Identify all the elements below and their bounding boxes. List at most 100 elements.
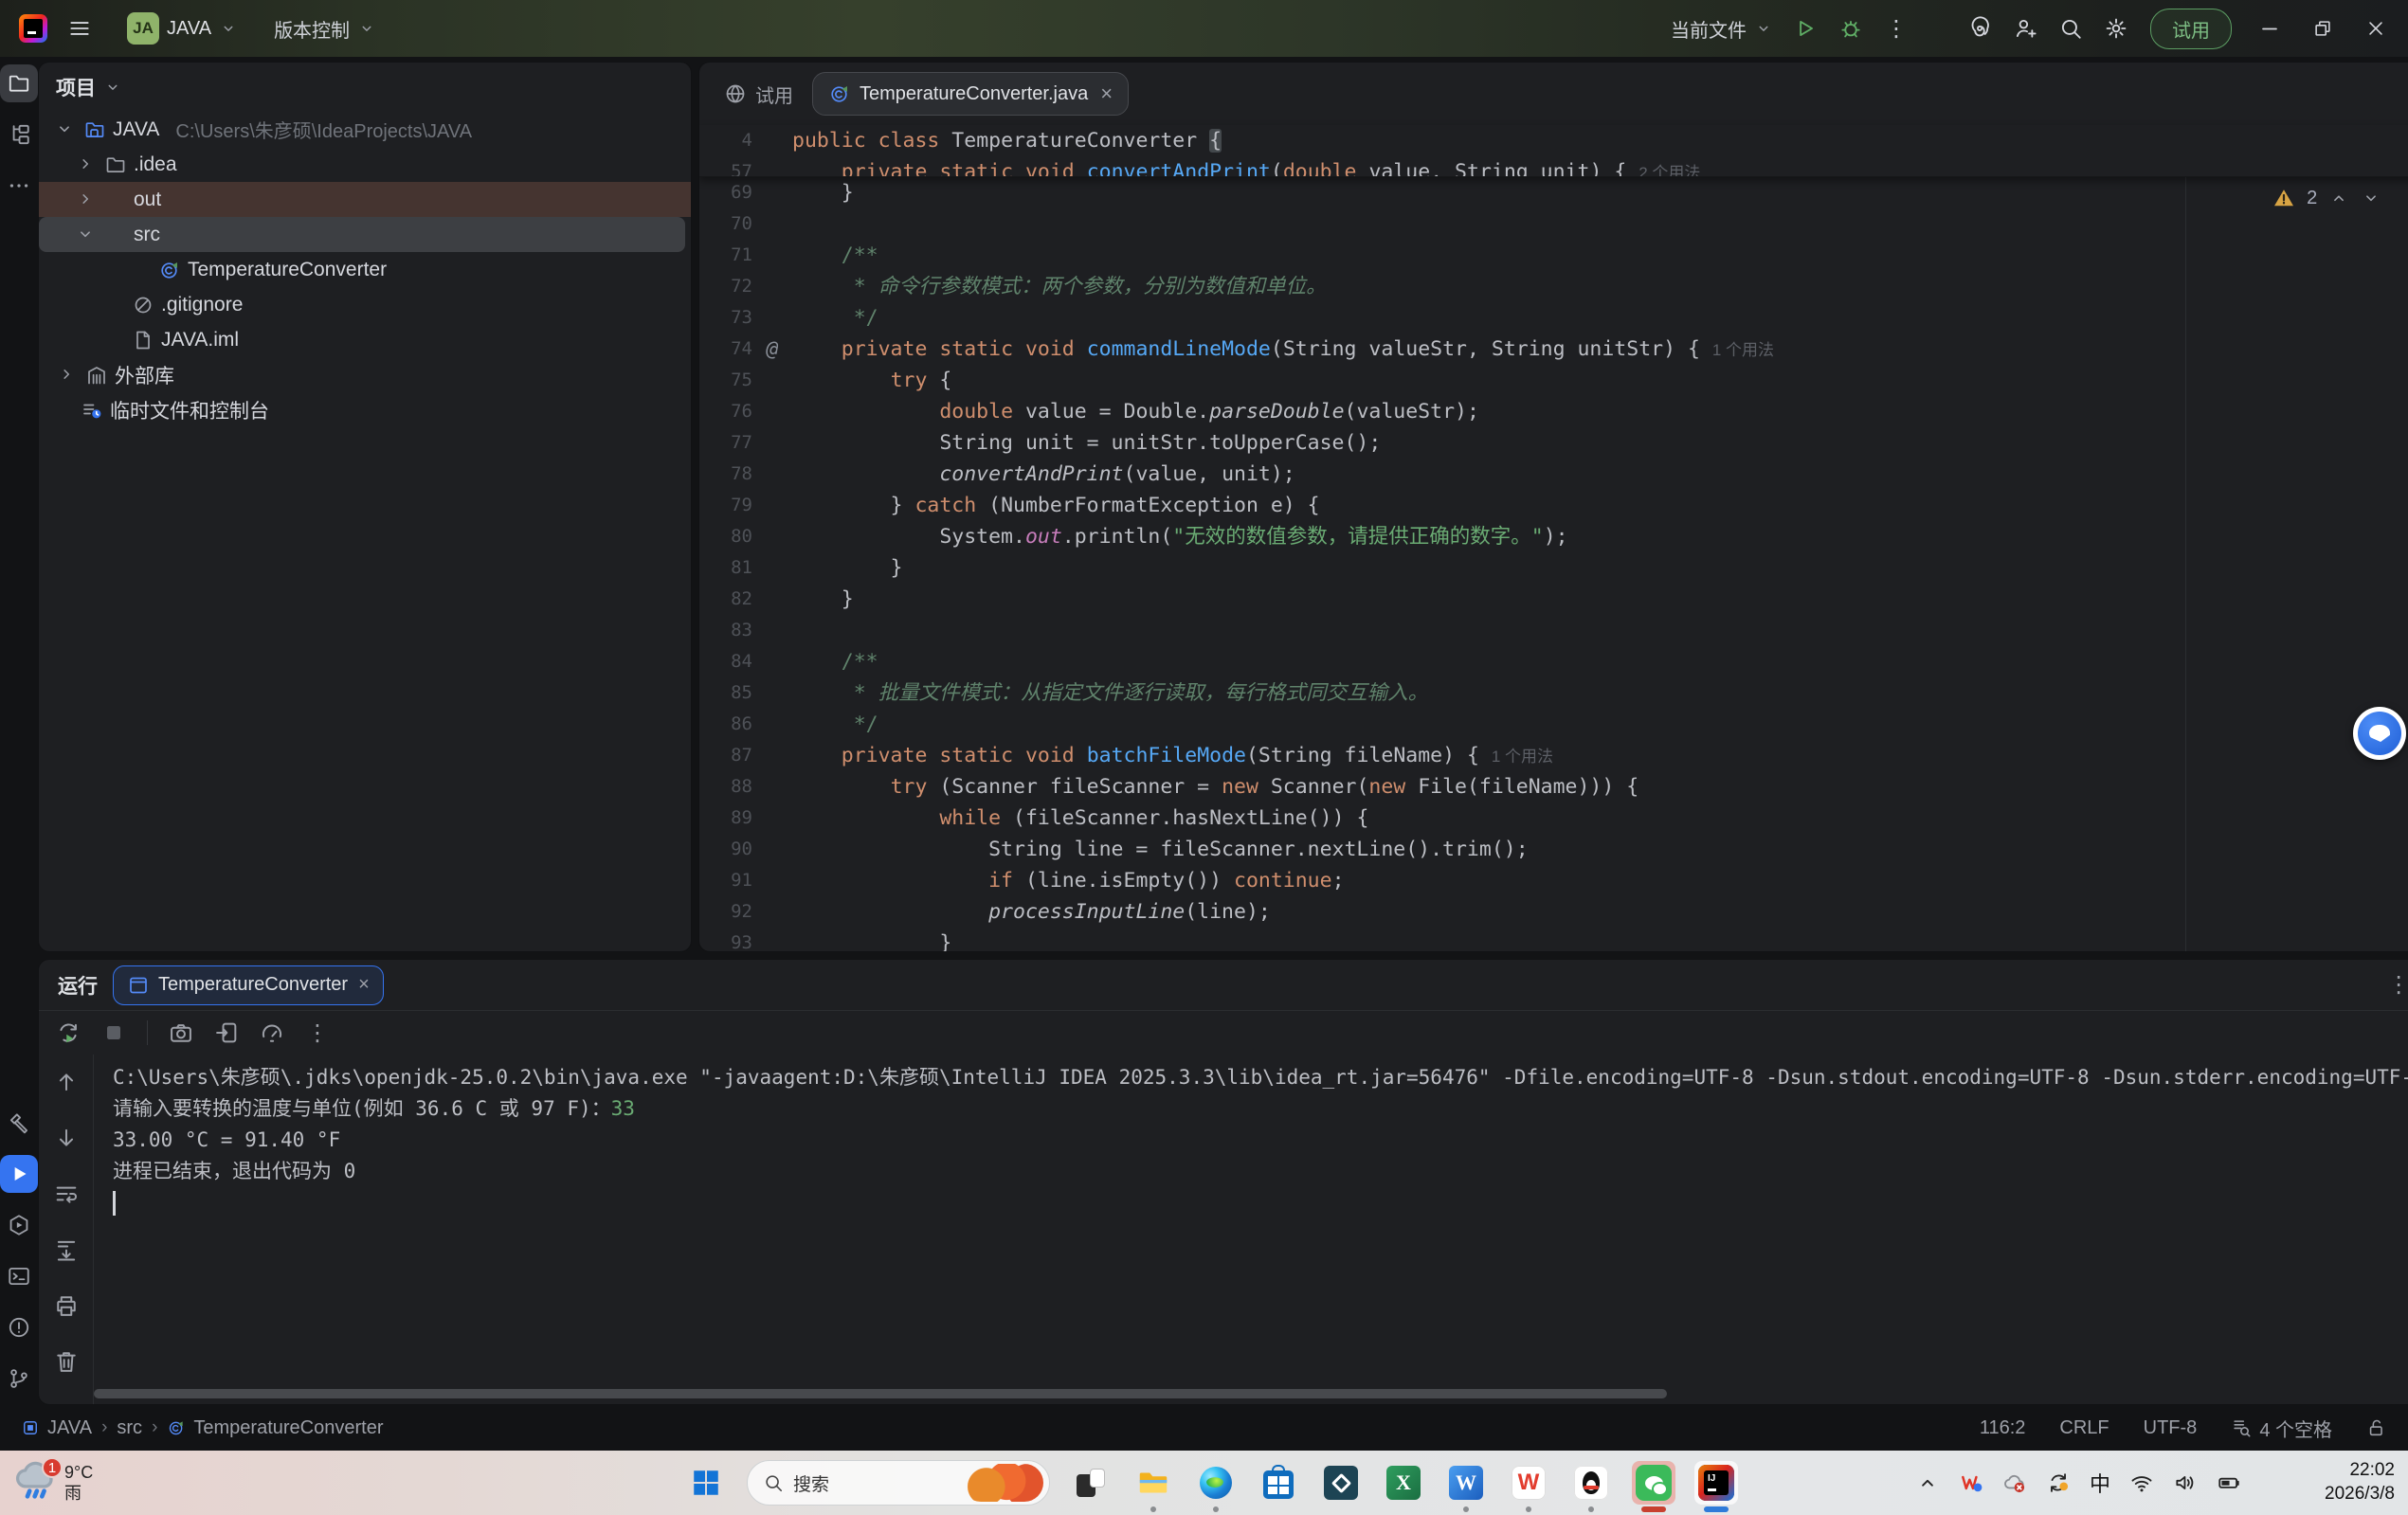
file-encoding[interactable]: UTF-8: [2144, 1417, 2198, 1439]
code-line[interactable]: 86 */: [699, 709, 2408, 740]
code-line[interactable]: 72 * 命令行参数模式：两个参数，分别为数值和单位。: [699, 271, 2408, 302]
close-tab-icon[interactable]: ×: [1100, 81, 1113, 106]
line-number[interactable]: 84: [699, 646, 752, 677]
line-number[interactable]: 70: [699, 208, 752, 240]
start-button[interactable]: [684, 1461, 728, 1505]
line-number[interactable]: 83: [699, 615, 752, 646]
code-line[interactable]: 57 private static void convertAndPrint(d…: [699, 156, 2408, 176]
taskbar-search[interactable]: 搜索: [747, 1460, 1050, 1506]
stripe-problems-button[interactable]: [0, 1308, 38, 1346]
code-line[interactable]: 78 convertAndPrint(value, unit);: [699, 459, 2408, 490]
code-line[interactable]: 76 double value = Double.parseDouble(val…: [699, 396, 2408, 427]
tree-gitignore[interactable]: .gitignore: [39, 287, 691, 322]
tree-idea-folder[interactable]: .idea: [39, 147, 691, 182]
code-line[interactable]: 84 /**: [699, 646, 2408, 677]
line-number[interactable]: 71: [699, 240, 752, 271]
chevron-down-icon[interactable]: [54, 118, 77, 141]
project-widget[interactable]: JA JAVA: [119, 8, 245, 49]
more-actions-button[interactable]: ⋮: [1875, 8, 1917, 49]
tray-sync[interactable]: [2046, 1470, 2071, 1495]
tab-trial[interactable]: 试用: [715, 81, 803, 108]
code-with-me-button[interactable]: [2004, 8, 2046, 49]
line-number[interactable]: 89: [699, 803, 752, 834]
line-number[interactable]: 85: [699, 677, 752, 709]
taskbar-app-microsoft-store[interactable]: [1257, 1461, 1300, 1505]
code-line[interactable]: 91 if (line.isEmpty()) continue;: [699, 865, 2408, 896]
stripe-build-button[interactable]: [0, 1104, 38, 1142]
search-everywhere-button[interactable]: [2050, 8, 2091, 49]
vcs-widget[interactable]: 版本控制: [266, 8, 384, 49]
up-stacktrace-button[interactable]: [50, 1066, 82, 1098]
code-line[interactable]: 88 try (Scanner fileScanner = new Scanne…: [699, 771, 2408, 803]
stripe-more-tool-windows-button[interactable]: [0, 167, 38, 205]
clear-all-button[interactable]: [50, 1345, 82, 1378]
line-number[interactable]: 77: [699, 427, 752, 459]
chevron-right-icon[interactable]: [75, 189, 98, 211]
caret-position[interactable]: 116:2: [1980, 1417, 2026, 1439]
line-number[interactable]: 4: [699, 125, 752, 156]
code-line[interactable]: 69 }: [699, 177, 2408, 208]
settings-button[interactable]: [2095, 8, 2137, 49]
profiler-button[interactable]: [256, 1017, 288, 1049]
line-number[interactable]: 86: [699, 709, 752, 740]
tray-wps[interactable]: [1959, 1470, 1983, 1495]
line-number[interactable]: 72: [699, 271, 752, 302]
chevron-up-icon[interactable]: [2328, 188, 2349, 208]
breadcrumb-item[interactable]: TemperatureConverter: [167, 1417, 383, 1439]
taskbar-app-task-view[interactable]: [1069, 1461, 1113, 1505]
console-line[interactable]: 33.00 °C = 91.40 °F: [113, 1125, 2408, 1156]
line-number[interactable]: 93: [699, 928, 752, 951]
taskbar-app-dark-app[interactable]: [1319, 1461, 1363, 1505]
tree-out-folder[interactable]: out: [39, 182, 691, 217]
line-number[interactable]: 79: [699, 490, 752, 521]
code-line[interactable]: 82 }: [699, 584, 2408, 615]
tray-expand[interactable]: [1915, 1470, 1940, 1495]
tree-root-java[interactable]: JAVAC:\Users\朱彦硕\IdeaProjects\JAVA: [39, 112, 691, 147]
tab-temperatureconverter[interactable]: TemperatureConverter.java ×: [812, 72, 1129, 116]
line-number[interactable]: 82: [699, 584, 752, 615]
line-separator[interactable]: CRLF: [2059, 1417, 2109, 1439]
close-button[interactable]: [2351, 8, 2400, 49]
code-line[interactable]: 89 while (fileScanner.hasNextLine()) {: [699, 803, 2408, 834]
line-number[interactable]: 69: [699, 177, 752, 208]
line-number[interactable]: 80: [699, 521, 752, 552]
code-line[interactable]: 79 } catch (NumberFormatException e) {: [699, 490, 2408, 521]
taskbar-app-file-explorer[interactable]: [1132, 1461, 1175, 1505]
taskbar-app-wechat[interactable]: [1632, 1461, 1675, 1505]
console-line[interactable]: 请输入要转换的温度与单位(例如 36.6 C 或 97 F)：33: [113, 1093, 2408, 1125]
minimize-button[interactable]: [2245, 8, 2294, 49]
screenshot-button[interactable]: [165, 1017, 197, 1049]
line-number[interactable]: 78: [699, 459, 752, 490]
battery[interactable]: [2217, 1470, 2241, 1495]
taskbar-app-edge[interactable]: [1194, 1461, 1238, 1505]
code-line[interactable]: 83: [699, 615, 2408, 646]
run-options-button[interactable]: ⋮: [2387, 971, 2408, 999]
ai-assistant-button[interactable]: [1959, 8, 2001, 49]
weather-widget[interactable]: 1 9°C 雨: [13, 1461, 93, 1505]
taskbar-app-wps[interactable]: W: [1507, 1461, 1550, 1505]
down-stacktrace-button[interactable]: [50, 1122, 82, 1154]
taskbar-app-qq[interactable]: [1569, 1461, 1613, 1505]
stripe-version-control-button[interactable]: [0, 1360, 38, 1398]
taskbar-clock[interactable]: 22:02 2026/3/8: [2325, 1459, 2395, 1506]
line-number[interactable]: 91: [699, 865, 752, 896]
stripe-services-button[interactable]: [0, 1206, 38, 1244]
soft-wrap-button[interactable]: [50, 1178, 82, 1210]
stripe-terminal-button[interactable]: [0, 1257, 38, 1295]
line-number[interactable]: 92: [699, 896, 752, 928]
console-horizontal-scrollbar[interactable]: [94, 1389, 1667, 1398]
taskbar-app-word[interactable]: W: [1444, 1461, 1488, 1505]
close-run-tab-icon[interactable]: ×: [358, 974, 370, 996]
line-number[interactable]: 57: [699, 156, 752, 176]
code-line[interactable]: 4public class TemperatureConverter {: [699, 125, 2408, 156]
code-line[interactable]: 85 * 批量文件模式：从指定文件逐行读取，每行格式同交互输入。: [699, 677, 2408, 709]
console-line[interactable]: C:\Users\朱彦硕\.jdks\openjdk-25.0.2\bin\ja…: [113, 1062, 2408, 1093]
console-line[interactable]: 进程已结束，退出代码为 0: [113, 1156, 2408, 1187]
tree-external-libraries[interactable]: 外部库: [39, 357, 691, 392]
stop-button[interactable]: [98, 1017, 130, 1049]
tree-src-folder[interactable]: src: [39, 217, 685, 252]
code-line[interactable]: 70: [699, 208, 2408, 240]
volume[interactable]: [2173, 1470, 2198, 1495]
line-number[interactable]: 74: [699, 334, 752, 365]
console-output[interactable]: C:\Users\朱彦硕\.jdks\openjdk-25.0.2\bin\ja…: [94, 1055, 2408, 1404]
